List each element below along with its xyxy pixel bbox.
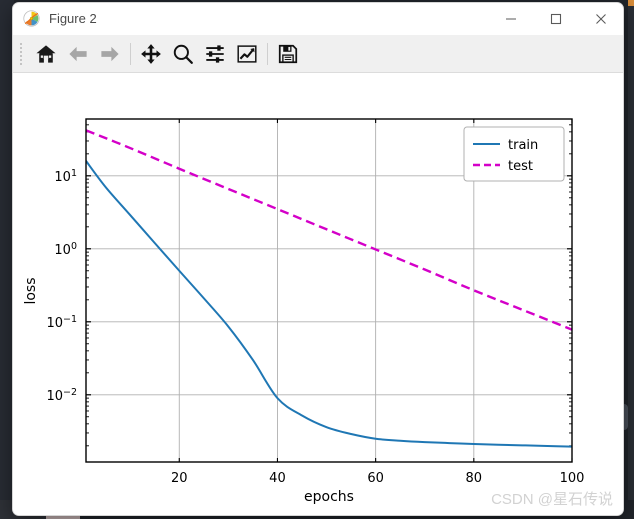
sliders-icon [206, 44, 224, 63]
x-tick-label-2: 60 [367, 471, 384, 486]
pan-button[interactable] [135, 39, 167, 69]
save-button[interactable] [272, 39, 304, 69]
close-icon [595, 13, 606, 24]
window-title-bar[interactable]: Figure 2 [13, 3, 623, 35]
editor-right-rail [628, 0, 634, 519]
matplotlib-icon [23, 10, 40, 27]
x-axis-label: epochs [304, 489, 354, 505]
navigation-toolbar [13, 35, 623, 73]
y-tick-label-0: 10−2 [46, 387, 77, 404]
y-tick-label-1: 10−1 [46, 314, 77, 331]
home-button[interactable] [30, 39, 62, 69]
maximize-button[interactable] [533, 3, 578, 34]
toolbar-drag-handle[interactable] [19, 40, 26, 67]
y-tick-label-2: 100 [54, 241, 77, 258]
forward-button[interactable] [94, 39, 126, 69]
legend-label-test: test [508, 159, 533, 174]
arrow-left-icon [69, 46, 87, 61]
home-icon [36, 44, 56, 63]
matplotlib-axes[interactable]: 20 40 60 80 100 10−2 10−1 100 101 train test epoc… [13, 73, 623, 515]
toolbar-separator [130, 42, 131, 65]
move-arrows-icon [141, 43, 161, 64]
figure-canvas[interactable]: 20 40 60 80 100 10−2 10−1 100 101 train test epoc… [13, 73, 623, 515]
y-axis-label: loss [23, 277, 39, 304]
maximize-icon [550, 13, 561, 24]
arrow-right-icon [101, 46, 119, 61]
legend-label-train: train [508, 138, 538, 153]
close-button[interactable] [578, 3, 623, 34]
window-controls [488, 3, 623, 34]
series-line-train [86, 160, 572, 448]
x-tick-label-0: 20 [171, 471, 188, 486]
editor-marker [628, 0, 634, 6]
zoom-button[interactable] [167, 39, 199, 69]
minimize-icon [505, 17, 516, 20]
configure-subplots-button[interactable] [199, 39, 231, 69]
x-tick-label-4: 100 [560, 471, 585, 486]
y-tick-label-3: 101 [54, 168, 77, 185]
legend[interactable]: train test [463, 126, 565, 182]
tick-labels: 20 40 60 80 100 10−2 10−1 100 101 [46, 168, 584, 486]
minimize-button[interactable] [488, 3, 533, 34]
window-title-text: Figure 2 [49, 11, 97, 26]
line-chart-icon [237, 44, 257, 63]
magnifier-icon [173, 44, 193, 64]
x-tick-label-3: 80 [466, 471, 483, 486]
back-button[interactable] [62, 39, 94, 69]
x-tick-label-1: 40 [269, 471, 286, 486]
figure-window: Figure 2 20 40 60 80 100 10−2 10−1 100 1… [12, 2, 624, 516]
toolbar-separator [267, 42, 268, 65]
edit-axis-button[interactable] [231, 39, 263, 69]
floppy-disk-icon [278, 44, 298, 63]
